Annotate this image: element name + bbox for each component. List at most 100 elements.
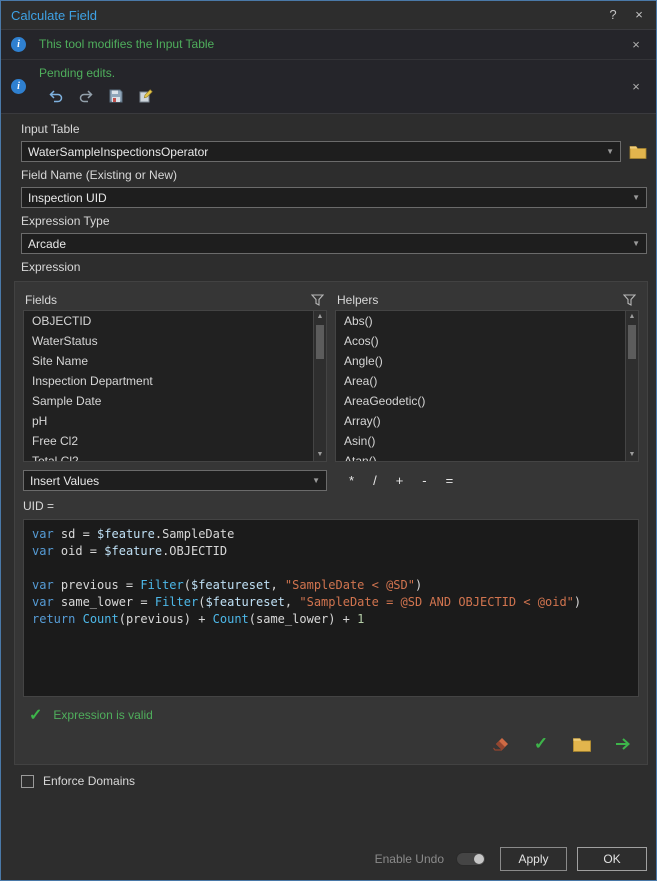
- expression-type-combobox[interactable]: Arcade ▼: [21, 233, 647, 254]
- close-icon[interactable]: ×: [626, 1, 652, 29]
- eraser-icon[interactable]: [488, 732, 512, 756]
- undo-icon[interactable]: [47, 87, 65, 105]
- tool-message-text: This tool modifies the Input Table: [39, 37, 215, 51]
- apply-button[interactable]: Apply: [500, 847, 567, 871]
- validation-message: Expression is valid: [53, 708, 153, 722]
- banner-close-icon[interactable]: ×: [626, 79, 646, 94]
- filter-icon[interactable]: [623, 294, 636, 306]
- chevron-down-icon[interactable]: ▼: [312, 476, 320, 485]
- help-icon[interactable]: ?: [600, 1, 626, 29]
- operator-button[interactable]: +: [396, 473, 404, 488]
- fields-scrollbar[interactable]: ▲ ▼: [313, 311, 326, 461]
- chevron-down-icon[interactable]: ▼: [632, 239, 640, 248]
- chevron-down-icon[interactable]: ▼: [632, 193, 640, 202]
- operator-button[interactable]: *: [349, 473, 354, 488]
- field-list-item[interactable]: Inspection Department: [24, 371, 312, 391]
- field-list-item[interactable]: Total Cl2: [24, 451, 312, 461]
- parameters-form: Input Table WaterSampleInspectionsOperat…: [1, 114, 656, 254]
- field-name-group: Field Name (Existing or New) Inspection …: [21, 168, 647, 208]
- helpers-list: Abs() Acos() Angle() Area() AreaGeodetic() Ar…: [335, 310, 639, 462]
- validate-check-icon[interactable]: ✓: [529, 732, 553, 756]
- pending-edits-text: Pending edits.: [39, 66, 116, 80]
- helper-list-item[interactable]: Atan(): [336, 451, 624, 461]
- scroll-down-icon[interactable]: ▼: [314, 449, 326, 461]
- expression-panel: Fields OBJECTID WaterStatus Site Name Inspe…: [14, 281, 648, 765]
- save-edits-icon[interactable]: [107, 87, 125, 105]
- scroll-up-icon[interactable]: ▲: [626, 311, 638, 323]
- scroll-down-icon[interactable]: ▼: [626, 449, 638, 461]
- helpers-header: Helpers: [337, 293, 379, 307]
- insert-values-combobox[interactable]: Insert Values ▼: [23, 470, 327, 491]
- helpers-column: Helpers Abs() Acos() Angle() Area() AreaGeod…: [335, 290, 639, 462]
- info-icon: i: [11, 79, 26, 94]
- enforce-domains-checkbox[interactable]: [21, 774, 34, 788]
- scrollbar-thumb[interactable]: [316, 325, 324, 359]
- helper-list-item[interactable]: Acos(): [336, 331, 624, 351]
- message-banners: i This tool modifies the Input Table × i…: [1, 29, 656, 114]
- helpers-scrollbar[interactable]: ▲ ▼: [625, 311, 638, 461]
- toggle-knob: [474, 854, 484, 864]
- export-arrow-icon[interactable]: [611, 732, 635, 756]
- helper-list-item[interactable]: Abs(): [336, 311, 624, 331]
- helper-list-item[interactable]: Area(): [336, 371, 624, 391]
- field-list-item[interactable]: pH: [24, 411, 312, 431]
- expression-type-label: Expression Type: [21, 214, 110, 228]
- enforce-domains-label: Enforce Domains: [43, 774, 136, 788]
- expression-section-label: Expression: [21, 260, 81, 274]
- input-table-group: Input Table WaterSampleInspectionsOperat…: [21, 122, 647, 162]
- expression-type-value: Arcade: [28, 236, 67, 251]
- uid-equals-label: UID =: [23, 499, 55, 513]
- code-line: var oid = $feature.OBJECTID: [32, 544, 228, 558]
- expression-type-group: Expression Type Arcade ▼: [21, 214, 647, 254]
- fields-column: Fields OBJECTID WaterStatus Site Name Inspe…: [23, 290, 327, 462]
- open-folder-icon[interactable]: [570, 732, 594, 756]
- banner-close-icon[interactable]: ×: [626, 37, 646, 52]
- expression-code-editor[interactable]: var sd = $feature.SampleDate var oid = $f…: [23, 519, 639, 697]
- field-name-value: Inspection UID: [28, 190, 107, 205]
- fields-list: OBJECTID WaterStatus Site Name Inspection D…: [23, 310, 327, 462]
- field-list-item[interactable]: OBJECTID: [24, 311, 312, 331]
- helper-list-item[interactable]: Array(): [336, 411, 624, 431]
- chevron-down-icon[interactable]: ▼: [606, 147, 614, 156]
- enable-undo-toggle[interactable]: [456, 852, 486, 866]
- field-list-item[interactable]: Sample Date: [24, 391, 312, 411]
- helper-list-item[interactable]: Asin(): [336, 431, 624, 451]
- fields-header: Fields: [25, 293, 58, 307]
- info-icon: i: [11, 37, 26, 52]
- code-line: var same_lower = Filter($featureset, "Sa…: [32, 595, 582, 609]
- code-line: return Count(previous) + Count(same_lowe…: [32, 612, 365, 626]
- expression-actions: ✓: [23, 732, 639, 756]
- filter-icon[interactable]: [311, 294, 324, 306]
- dialog-title: Calculate Field: [11, 7, 97, 23]
- scrollbar-thumb[interactable]: [628, 325, 636, 359]
- calculate-field-dialog: Calculate Field ? × i This tool modifies…: [0, 0, 657, 881]
- helper-list-item[interactable]: Angle(): [336, 351, 624, 371]
- operator-button[interactable]: =: [446, 473, 454, 488]
- code-line: var previous = Filter($featureset, "Samp…: [32, 578, 423, 592]
- ok-button[interactable]: OK: [577, 847, 647, 871]
- enforce-domains-row: Enforce Domains: [21, 774, 656, 788]
- operator-button[interactable]: /: [373, 473, 377, 488]
- input-table-combobox[interactable]: WaterSampleInspectionsOperator ▼: [21, 141, 621, 162]
- insert-values-label: Insert Values: [30, 473, 100, 488]
- operator-button[interactable]: -: [422, 473, 426, 488]
- tool-message-banner: i This tool modifies the Input Table ×: [1, 30, 656, 60]
- helper-list-item[interactable]: AreaGeodetic(): [336, 391, 624, 411]
- redo-icon[interactable]: [77, 87, 95, 105]
- browse-folder-icon[interactable]: [629, 145, 647, 159]
- edit-toolbar: [47, 87, 626, 105]
- validation-message-row: ✓ Expression is valid: [29, 706, 639, 724]
- field-list-item[interactable]: WaterStatus: [24, 331, 312, 351]
- dialog-footer: Enable Undo Apply OK: [375, 847, 647, 871]
- edit-pencil-icon[interactable]: [137, 87, 155, 105]
- pending-edits-banner: i Pending edits. ×: [1, 60, 656, 113]
- input-table-label: Input Table: [21, 122, 80, 136]
- valid-check-icon: ✓: [29, 707, 43, 724]
- field-list-item[interactable]: Site Name: [24, 351, 312, 371]
- titlebar: Calculate Field ? ×: [1, 1, 656, 29]
- field-name-combobox[interactable]: Inspection UID ▼: [21, 187, 647, 208]
- field-list-item[interactable]: Free Cl2: [24, 431, 312, 451]
- scroll-up-icon[interactable]: ▲: [314, 311, 326, 323]
- code-line: var sd = $feature.SampleDate: [32, 527, 235, 541]
